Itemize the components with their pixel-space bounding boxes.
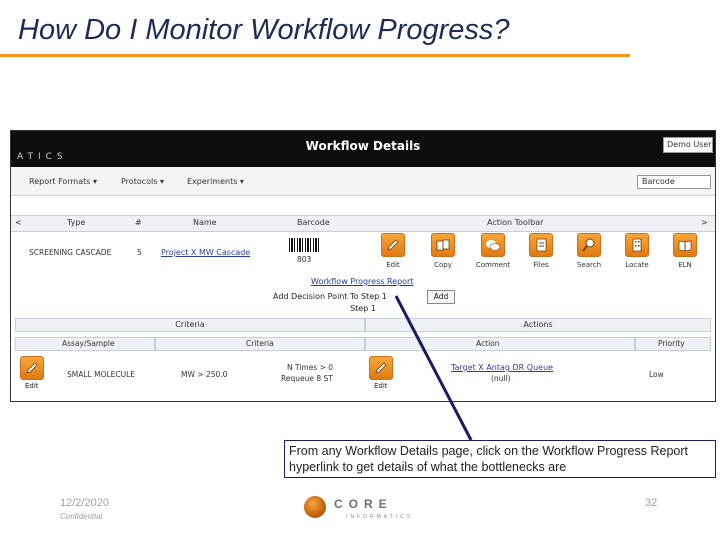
core-logo-icon (304, 496, 326, 518)
footer-date: 12/2/2020 (60, 497, 109, 509)
brand-subtitle: INFORMATICS (346, 514, 414, 520)
footer-confidential: Confidential (60, 512, 103, 521)
brand-name: CORE (334, 497, 393, 511)
page-number: 32 (645, 497, 658, 509)
callout-text: From any Workflow Details page, click on… (284, 440, 716, 478)
